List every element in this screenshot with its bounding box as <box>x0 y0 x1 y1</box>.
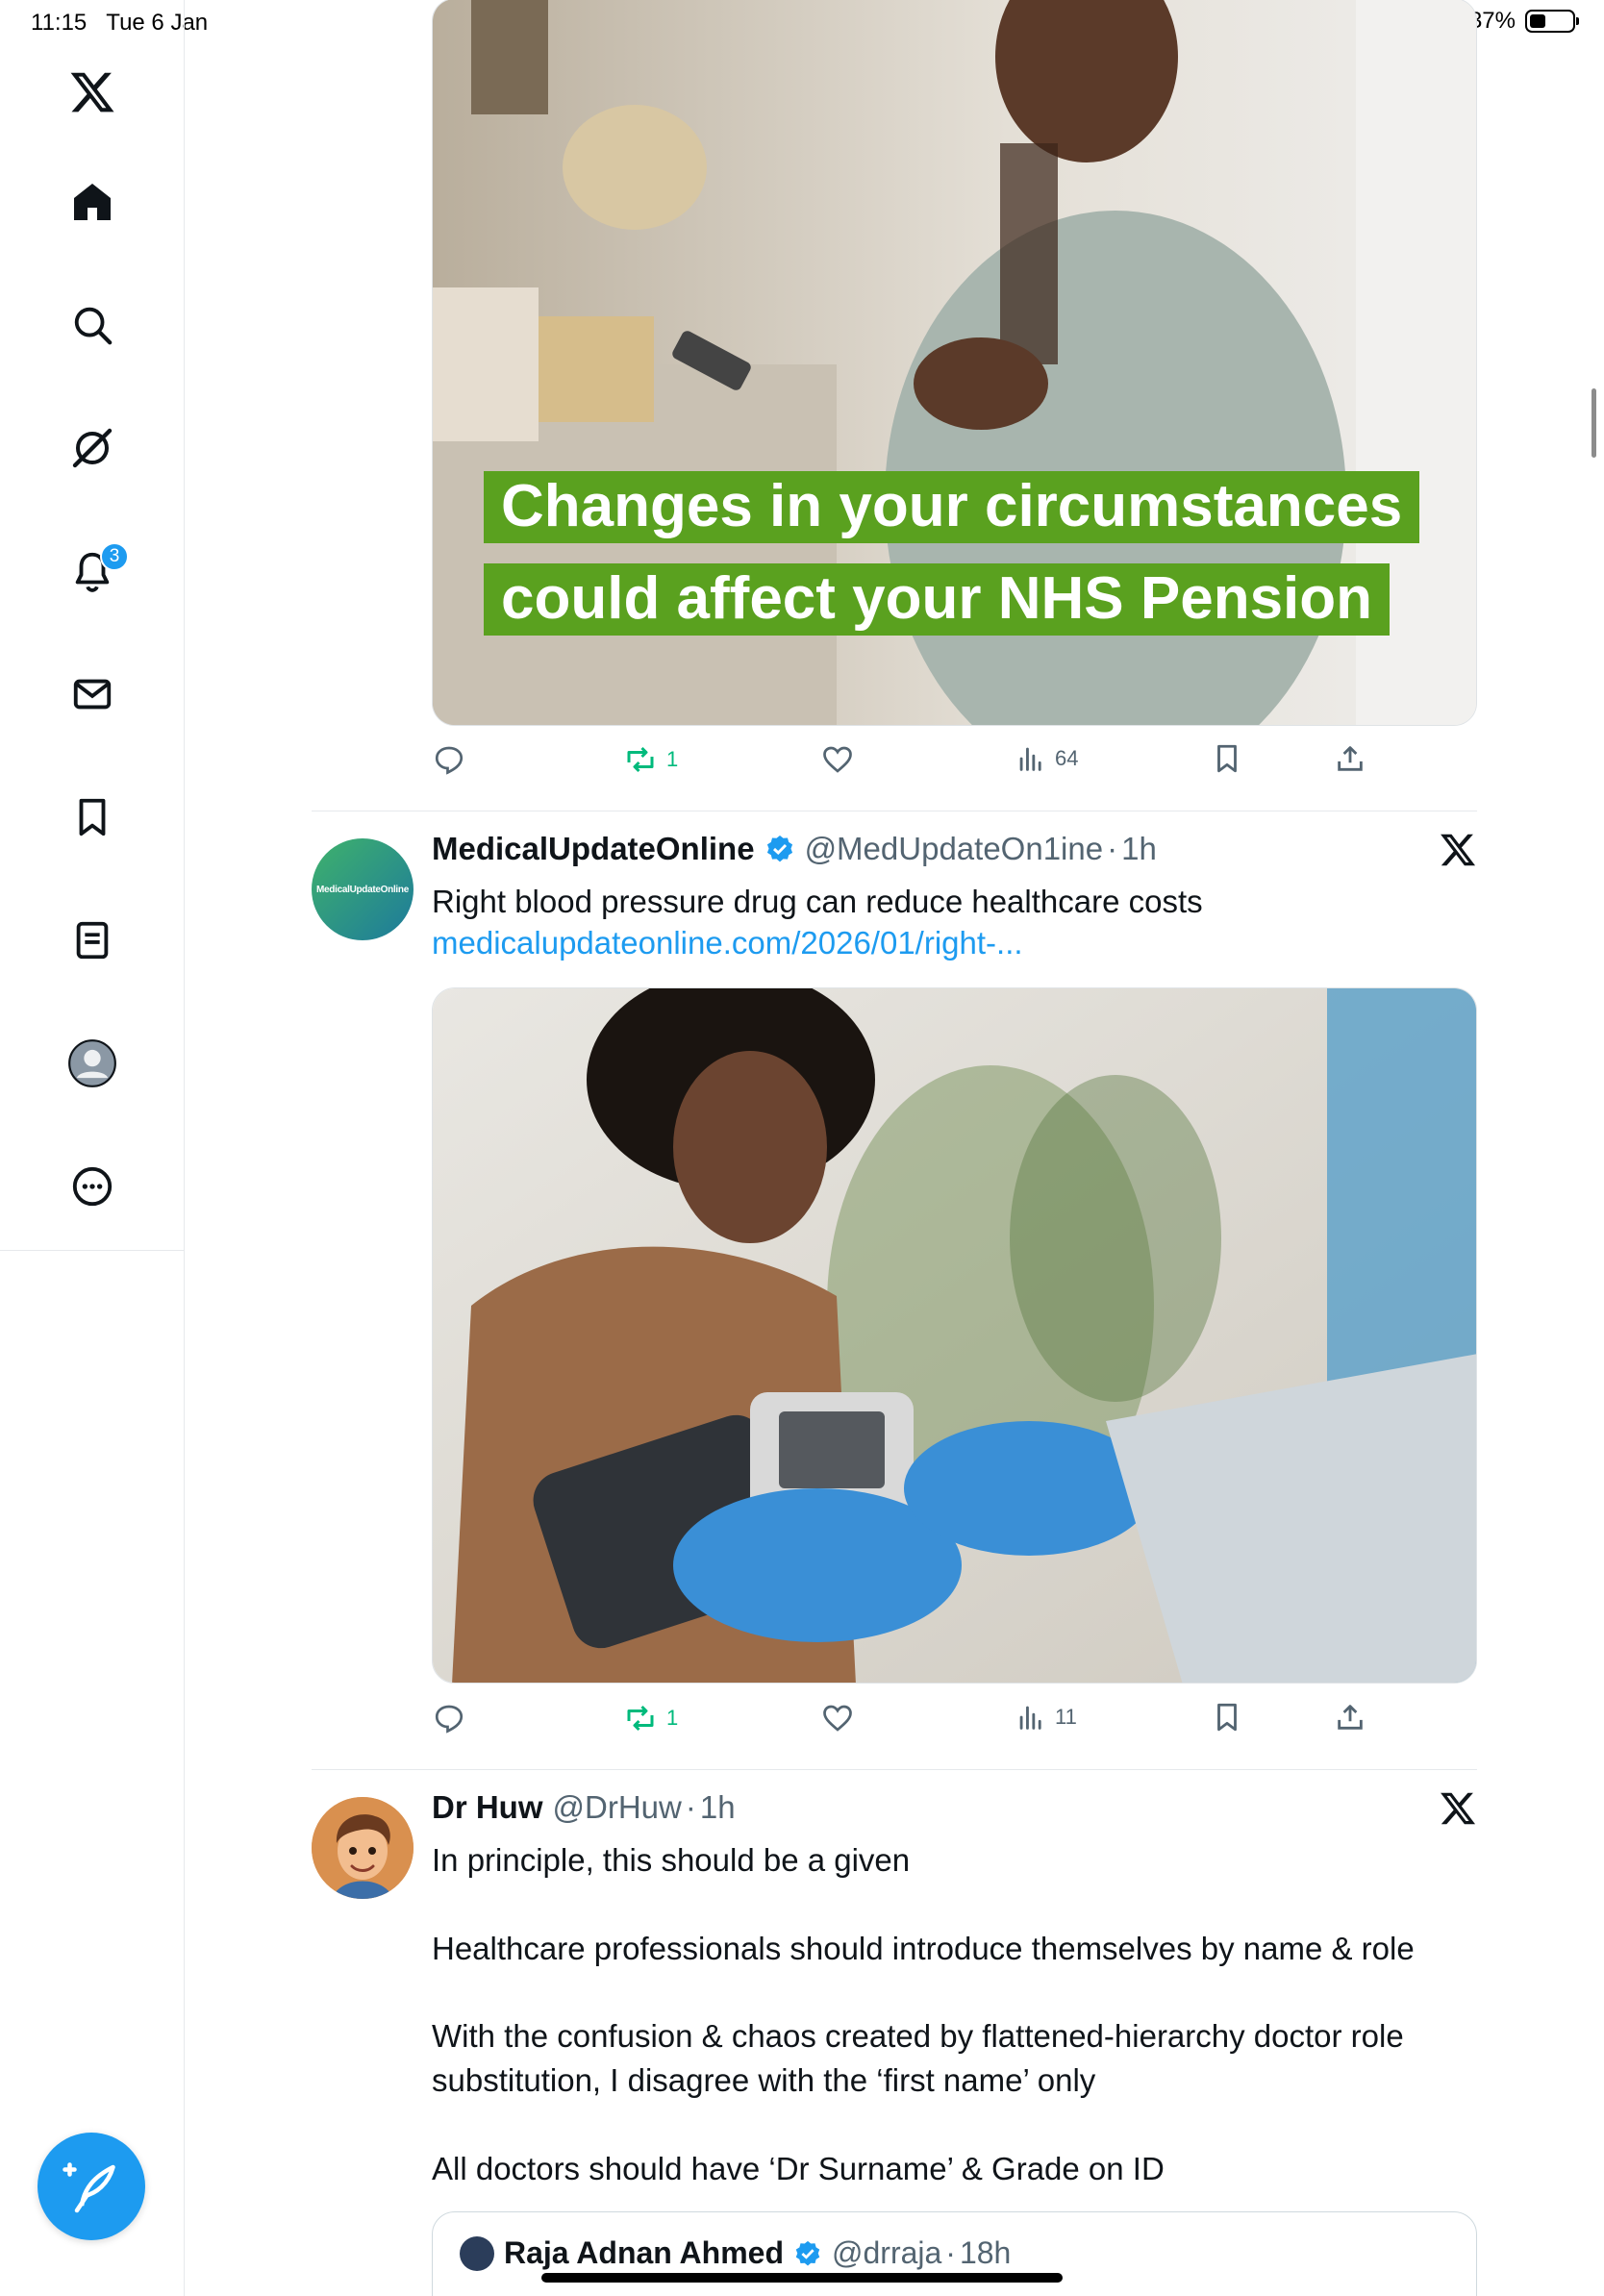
bookmark-icon <box>1217 744 1237 773</box>
media-photo-blood-pressure <box>433 988 1476 1683</box>
share-button[interactable] <box>1334 742 1366 775</box>
tweet-text: Right blood pressure drug can reduce hea… <box>432 884 1203 919</box>
verified-badge-icon <box>766 836 792 862</box>
views-button[interactable]: 64 <box>1015 742 1078 775</box>
tweet-actions: 1 11 <box>432 1701 1490 1743</box>
repost-icon <box>627 746 654 773</box>
repost-button[interactable]: 1 <box>622 1701 678 1735</box>
like-button[interactable] <box>820 742 855 777</box>
tweet-media-nhs-pension[interactable]: Changes in your circumstances could affe… <box>432 0 1477 726</box>
repost-icon <box>627 1705 654 1732</box>
tweet-header: Dr Huw @DrHuw · 1h <box>432 1789 736 1826</box>
app-root: 11:15 Tue 6 Jan 37% 3 Changes in your ci… <box>0 0 1604 2296</box>
avatar-text: MedicalUpdateOnline <box>316 884 409 895</box>
author-handle[interactable]: @DrHuw <box>553 1789 682 1826</box>
tweet-time[interactable]: 1h <box>700 1789 736 1826</box>
more-icon[interactable] <box>63 1158 121 1215</box>
sidebar: 3 <box>0 0 185 2296</box>
separator-dot: · <box>685 1789 696 1825</box>
tweet-paragraph: Healthcare professionals should introduc… <box>432 1931 1415 1966</box>
views-icon <box>1019 747 1041 771</box>
like-button[interactable] <box>820 1701 855 1735</box>
author-name[interactable]: MedicalUpdateOnline <box>432 831 755 867</box>
quoted-tweet-time[interactable]: 18h <box>960 2235 1011 2271</box>
bookmark-button[interactable] <box>1211 742 1243 775</box>
sidebar-divider <box>0 1250 185 1251</box>
tweet-media-blood-pressure[interactable] <box>432 987 1477 1684</box>
tweet-paragraph: In principle, this should be a given <box>432 1842 911 1878</box>
notification-badge: 3 <box>100 542 129 571</box>
tweet-paragraph: All doctors should have ‘Dr Surname’ & G… <box>432 2151 1165 2186</box>
repost-count: 1 <box>666 747 679 771</box>
x-logo-icon[interactable] <box>63 63 121 121</box>
avatar[interactable]: MedicalUpdateOnline <box>312 838 414 940</box>
author-name[interactable]: Dr Huw <box>432 1789 543 1826</box>
views-count: 11 <box>1055 1705 1077 1729</box>
tweet-divider <box>312 1769 1477 1770</box>
quoted-tweet-header: Raja Adnan Ahmed @drraja · 18h <box>460 2235 1011 2271</box>
messages-icon[interactable] <box>63 665 121 723</box>
quoted-author-name[interactable]: Raja Adnan Ahmed <box>504 2235 784 2271</box>
quoted-avatar <box>460 2235 494 2271</box>
bookmarks-icon[interactable] <box>63 788 121 846</box>
media-caption-line-1: Changes in your circumstances <box>484 471 1420 543</box>
compose-post-button[interactable] <box>38 2133 145 2240</box>
tweet-header: MedicalUpdateOnline @MedUpdateOn1ine · 1… <box>432 831 1157 867</box>
reply-icon <box>435 746 464 775</box>
reply-icon <box>435 1705 464 1734</box>
home-icon[interactable] <box>63 173 121 231</box>
separator-dot: · <box>1107 831 1118 866</box>
bookmark-icon <box>1217 1703 1237 1732</box>
tweet-paragraph: With the confusion & chaos created by fl… <box>432 2018 1404 2098</box>
reply-button[interactable] <box>432 1701 466 1735</box>
x-source-icon[interactable] <box>1439 1789 1483 1834</box>
tweet-link[interactable]: medicalupdateonline.com/2026/01/right-..… <box>432 925 1023 961</box>
quoted-author-handle[interactable]: @drraja <box>832 2235 941 2271</box>
reply-button[interactable] <box>432 742 466 777</box>
separator-dot: · <box>945 2235 956 2270</box>
avatar[interactable] <box>312 1797 414 1899</box>
heart-icon <box>823 1705 852 1732</box>
search-icon[interactable] <box>63 296 121 354</box>
share-icon <box>1338 746 1363 771</box>
scroll-indicator[interactable] <box>1591 388 1596 458</box>
media-caption-line-2: could affect your NHS Pension <box>484 563 1391 636</box>
views-count: 64 <box>1055 746 1079 770</box>
views-button[interactable]: 11 <box>1015 1701 1077 1734</box>
repost-button[interactable]: 1 <box>622 742 678 777</box>
share-button[interactable] <box>1334 1701 1366 1734</box>
views-icon <box>1019 1706 1041 1730</box>
grok-icon[interactable] <box>63 419 121 477</box>
author-handle[interactable]: @MedUpdateOn1ine <box>805 831 1104 867</box>
avatar-cartoon-doctor <box>312 1797 414 1899</box>
bookmark-button[interactable] <box>1211 1701 1243 1734</box>
tweet-time[interactable]: 1h <box>1121 831 1157 867</box>
profile-icon[interactable] <box>63 1035 121 1092</box>
share-icon <box>1338 1705 1363 1730</box>
tweet-actions: 1 64 <box>432 742 1490 785</box>
home-indicator[interactable] <box>541 2273 1063 2283</box>
x-source-icon[interactable] <box>1439 831 1483 875</box>
verified-badge-icon <box>795 2240 820 2265</box>
battery-icon <box>1525 10 1579 33</box>
quoted-tweet[interactable]: Raja Adnan Ahmed @drraja · 18h <box>432 2211 1477 2296</box>
heart-icon <box>823 746 852 773</box>
repost-count: 1 <box>666 1706 679 1730</box>
compose-post-icon <box>63 2162 115 2213</box>
lists-icon[interactable] <box>63 911 121 969</box>
notifications-icon[interactable]: 3 <box>63 542 129 600</box>
